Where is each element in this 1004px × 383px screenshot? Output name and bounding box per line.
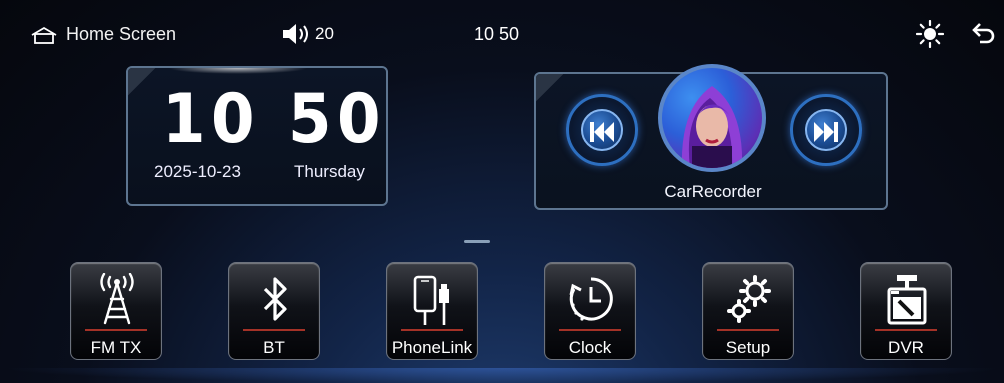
brightness-icon[interactable] bbox=[916, 20, 944, 48]
page-indicator[interactable] bbox=[464, 240, 490, 243]
clock-widget[interactable]: 10 50 2025-10-23 Thursday bbox=[126, 66, 388, 206]
home-icon[interactable] bbox=[30, 26, 58, 44]
fm-tower-icon bbox=[100, 273, 134, 325]
tile-divider bbox=[243, 329, 305, 331]
app-dvr[interactable]: DVR bbox=[860, 262, 952, 360]
card-glare bbox=[168, 68, 308, 74]
album-art[interactable] bbox=[658, 64, 766, 172]
card-corner-decoration bbox=[536, 74, 566, 104]
home-screen-label[interactable]: Home Screen bbox=[66, 24, 176, 45]
clock-hour: 10 bbox=[162, 80, 261, 159]
gears-icon bbox=[727, 275, 771, 323]
app-setup[interactable]: Setup bbox=[702, 262, 794, 360]
next-track-button[interactable] bbox=[790, 94, 862, 166]
status-time: 10 50 bbox=[474, 24, 520, 44]
track-name: CarRecorder bbox=[664, 182, 762, 201]
previous-track-button[interactable] bbox=[566, 94, 638, 166]
app-label: Clock bbox=[568, 338, 612, 357]
album-art-portrait bbox=[681, 86, 743, 168]
app-label: BT bbox=[263, 338, 285, 357]
status-bar: Home Screen 20 10 50 bbox=[0, 0, 1004, 60]
tile-divider bbox=[85, 329, 147, 331]
bluetooth-icon bbox=[263, 277, 287, 321]
app-fm-tx[interactable]: FM TX bbox=[70, 262, 162, 360]
volume-icon[interactable] bbox=[281, 23, 313, 45]
volume-level: 20 bbox=[315, 24, 334, 43]
tile-divider bbox=[717, 329, 779, 331]
previous-track-icon bbox=[590, 122, 614, 142]
tile-divider bbox=[401, 329, 463, 331]
app-bt[interactable]: BT bbox=[228, 262, 320, 360]
media-widget: CarRecorder bbox=[534, 64, 888, 210]
floor-glow bbox=[0, 368, 1004, 383]
clock-weekday: Thursday bbox=[294, 162, 365, 181]
clock-date: 2025-10-23 bbox=[154, 162, 241, 181]
app-label: FM TX bbox=[90, 338, 142, 357]
card-corner-decoration bbox=[128, 68, 158, 98]
back-icon[interactable] bbox=[970, 21, 996, 47]
clock-minute: 50 bbox=[288, 80, 387, 159]
app-phonelink[interactable]: PhoneLink bbox=[386, 262, 478, 360]
app-label: DVR bbox=[888, 338, 924, 357]
phone-link-icon bbox=[413, 275, 449, 325]
tile-divider bbox=[559, 329, 621, 331]
app-label: Setup bbox=[725, 338, 771, 357]
tile-divider bbox=[875, 329, 937, 331]
next-track-icon bbox=[814, 122, 838, 142]
dashcam-icon bbox=[887, 275, 927, 325]
clock-icon bbox=[569, 277, 613, 321]
app-clock[interactable]: Clock bbox=[544, 262, 636, 360]
home-screen: Home Screen 20 10 50 10 50 2025-10-23 Th… bbox=[0, 0, 1004, 383]
app-label: PhoneLink bbox=[391, 338, 473, 357]
